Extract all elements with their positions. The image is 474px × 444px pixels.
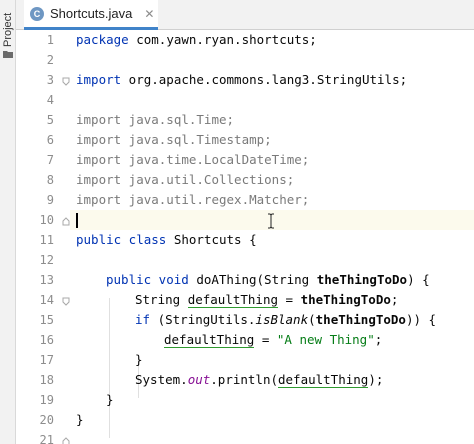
- line-number: 16: [39, 333, 54, 347]
- project-tool-window-button[interactable]: Project: [1, 8, 15, 52]
- line-number: 4: [46, 93, 54, 107]
- code-line-11: public class Shortcuts {: [76, 232, 257, 247]
- line-number: 3: [46, 73, 54, 87]
- code-line-13: public void doAThing(String theThingToDo…: [106, 272, 430, 287]
- code-line-16: defaultThing = "A new Thing";: [164, 332, 383, 348]
- code-editor[interactable]: package com.yawn.ryan.shortcuts; import …: [70, 30, 474, 444]
- line-number: 1: [46, 33, 54, 47]
- line-number: 9: [46, 193, 54, 207]
- code-line-8: import java.util.Collections;: [76, 172, 295, 187]
- editor-tab-bar: C Shortcuts.java ✕: [16, 0, 474, 30]
- line-number: 20: [39, 413, 54, 427]
- line-number: 7: [46, 153, 54, 167]
- close-icon[interactable]: ✕: [144, 7, 154, 21]
- code-line-15: if (StringUtils.isBlank(theThingToDo)) {: [135, 312, 437, 327]
- code-line-19: }: [106, 392, 114, 407]
- text-caret: [76, 213, 78, 228]
- tab-label: Shortcuts.java: [50, 6, 133, 21]
- code-line-7: import java.time.LocalDateTime;: [76, 152, 310, 167]
- fold-marker-icon[interactable]: [62, 437, 70, 444]
- line-number: 6: [46, 133, 54, 147]
- line-number: 10: [39, 213, 54, 227]
- code-line-17: }: [135, 352, 143, 367]
- folder-icon: [3, 51, 13, 58]
- line-number: 14: [39, 293, 54, 307]
- code-line-6: import java.sql.Timestamp;: [76, 132, 272, 147]
- line-number: 11: [39, 233, 54, 247]
- code-line-9: import java.util.regex.Matcher;: [76, 192, 310, 207]
- fold-marker-icon[interactable]: [62, 217, 70, 226]
- fold-marker-icon[interactable]: [62, 297, 70, 306]
- tool-window-strip: Project: [0, 0, 16, 444]
- code-line-1: package com.yawn.ryan.shortcuts;: [76, 32, 317, 47]
- code-line-5: import java.sql.Time;: [76, 112, 235, 127]
- code-line-3: import org.apache.commons.lang3.StringUt…: [76, 72, 408, 87]
- line-number: 8: [46, 173, 54, 187]
- code-line-14: String defaultThing = theThingToDo;: [135, 292, 399, 308]
- line-number: 18: [39, 373, 54, 387]
- indent-guide: [109, 298, 110, 438]
- editor-gutter[interactable]: 1 2 3 4 5 6 7 8 9 10 11 12 13 14 15 16 1…: [16, 30, 70, 444]
- line-number: 15: [39, 313, 54, 327]
- fold-marker-icon[interactable]: [62, 77, 70, 86]
- line-number: 21: [39, 433, 54, 444]
- line-number: 5: [46, 113, 54, 127]
- code-line-20: }: [76, 412, 84, 427]
- tab-shortcuts-java[interactable]: C Shortcuts.java ✕: [24, 0, 158, 30]
- line-number: 13: [39, 273, 54, 287]
- ibeam-cursor-icon: [268, 213, 274, 229]
- line-number: 12: [39, 253, 54, 267]
- line-number: 2: [46, 53, 54, 67]
- line-number: 17: [39, 353, 54, 367]
- line-number: 19: [39, 393, 54, 407]
- code-line-18: System.out.println(defaultThing);: [135, 372, 384, 388]
- java-class-icon: C: [30, 6, 44, 21]
